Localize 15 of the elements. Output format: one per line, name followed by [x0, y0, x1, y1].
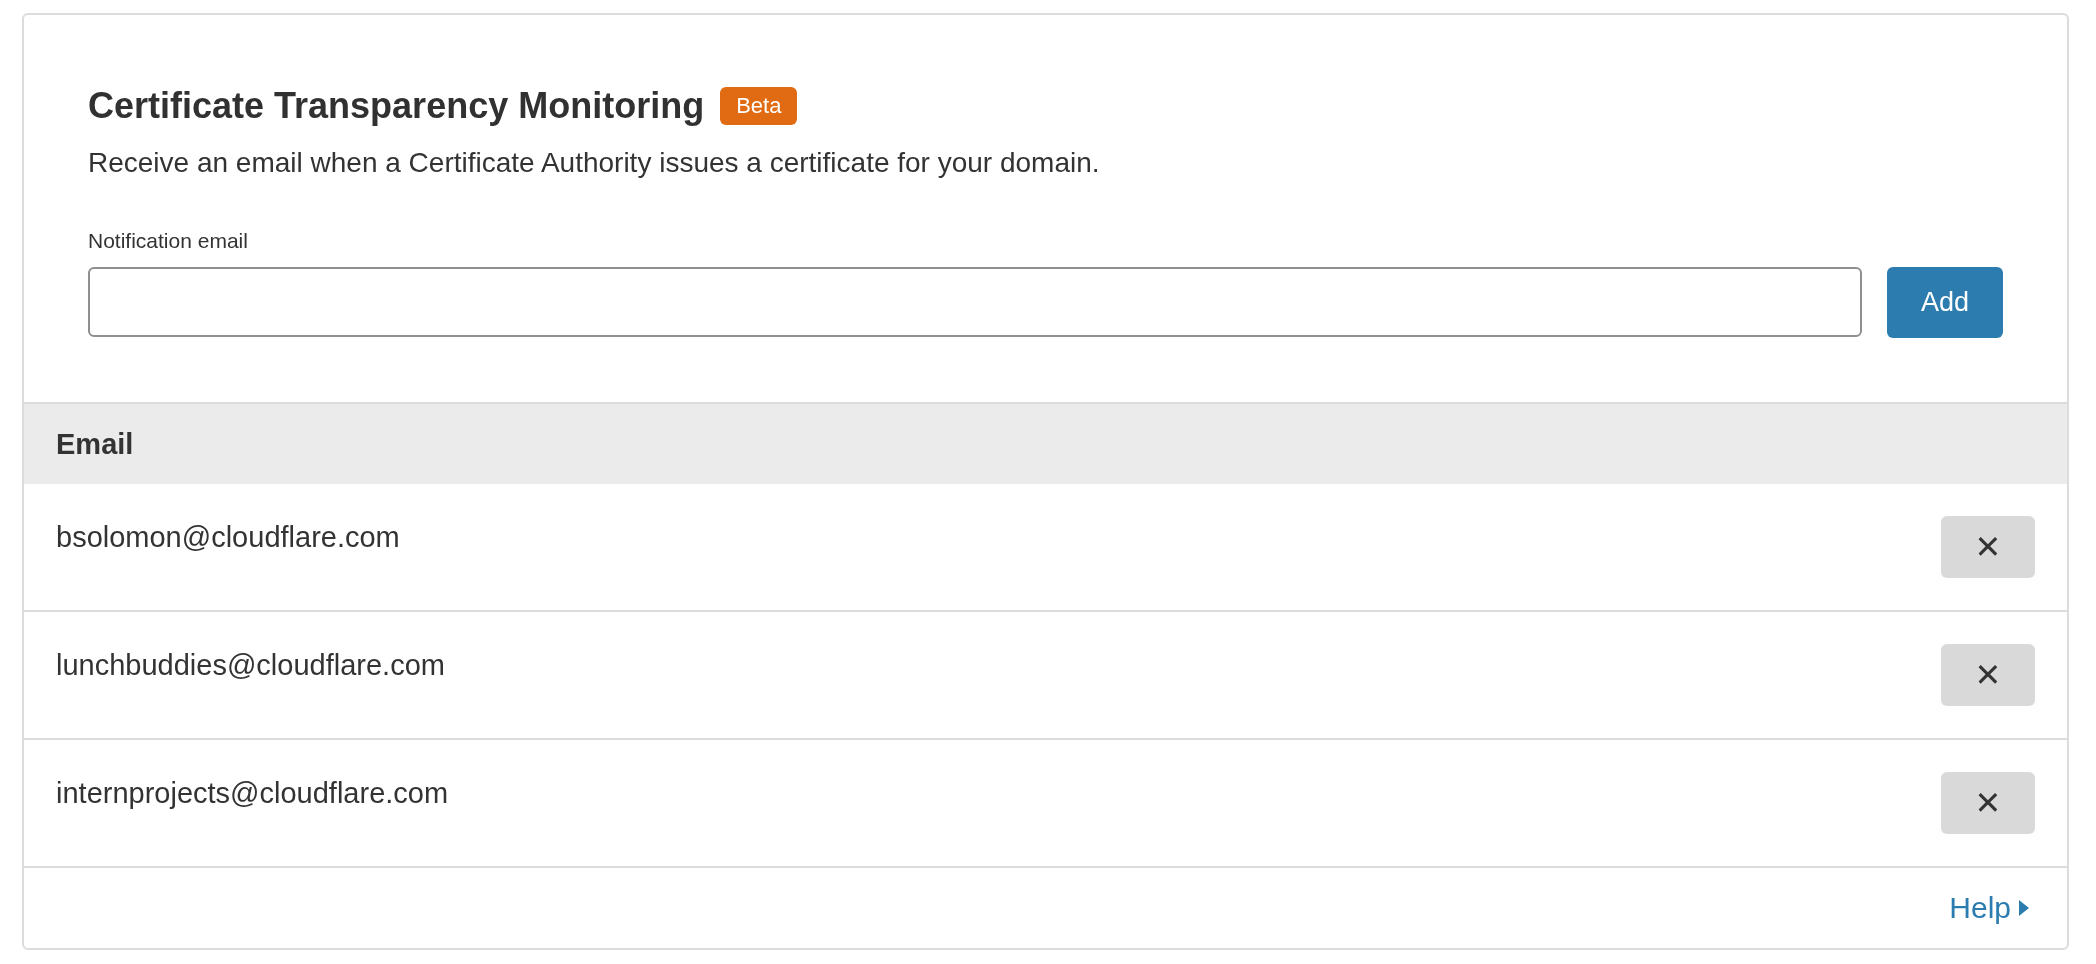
caret-icon: [2019, 900, 2029, 916]
email-input-field[interactable]: [88, 267, 1862, 337]
remove-button[interactable]: ✕: [1941, 644, 2035, 706]
email-cell: internprojects@cloudflare.com: [56, 776, 449, 810]
help-link[interactable]: Help: [1949, 891, 2029, 925]
email-cell: lunchbuddies@cloudflare.com: [56, 648, 445, 682]
card-description: Receive an email when a Certificate Authority issues a certificate for your domain.: [88, 147, 1101, 179]
beta-badge: Beta: [720, 87, 798, 125]
field-label: Notification email: [88, 229, 249, 253]
add-button[interactable]: Add: [1887, 267, 2003, 338]
email-cell: bsolomon@cloudflare.com: [56, 520, 400, 554]
remove-button[interactable]: ✕: [1941, 772, 2035, 834]
card-title: Certificate Transparency Monitoring: [88, 85, 705, 127]
remove-button[interactable]: ✕: [1941, 516, 2035, 578]
column-header: Email: [56, 427, 134, 461]
